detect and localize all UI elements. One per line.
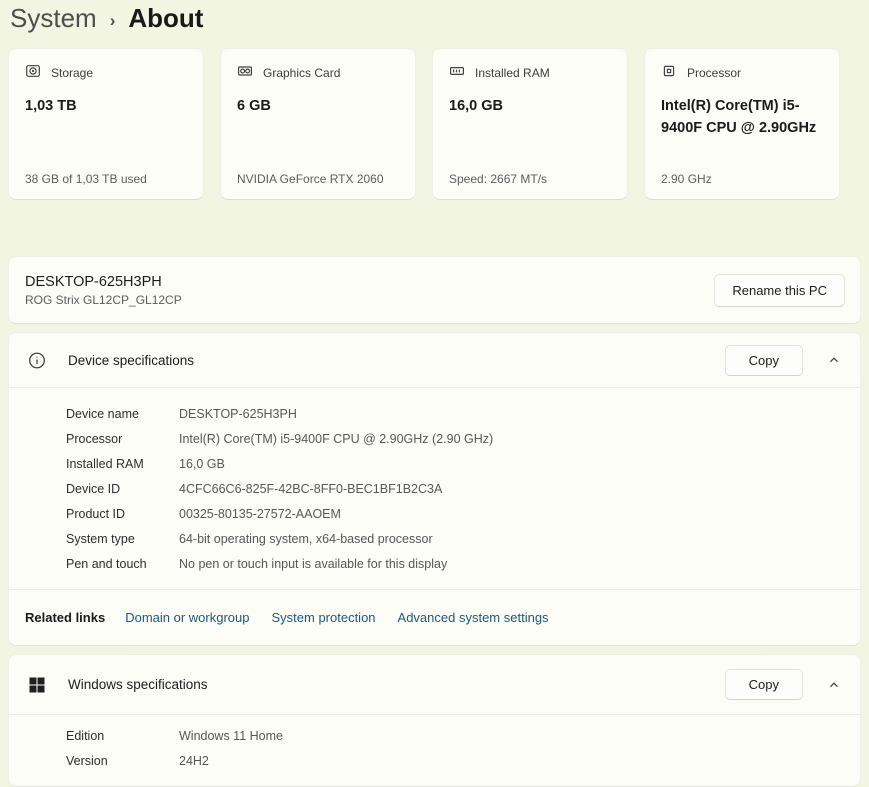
- graphics-card-label: Graphics Card: [263, 65, 341, 80]
- cpu-icon: [661, 63, 677, 82]
- spec-value: 24H2: [179, 753, 209, 768]
- spec-value: 4CFC66C6-825F-42BC-8FF0-BEC1BF1B2C3A: [179, 481, 443, 496]
- storage-card-detail: 38 GB of 1,03 TB used: [25, 172, 147, 186]
- storage-card: Storage 1,03 TB 38 GB of 1,03 TB used: [8, 48, 204, 200]
- device-model: ROG Strix GL12CP_GL12CP: [25, 292, 182, 307]
- spec-row-product-id: Product ID 00325-80135-27572-AAOEM: [66, 501, 844, 526]
- installed-ram-detail: Speed: 2667 MT/s: [449, 172, 548, 186]
- installed-ram-card: Installed RAM 16,0 GB Speed: 2667 MT/s: [432, 48, 628, 200]
- windows-logo-icon: [28, 677, 46, 693]
- spec-label: Installed RAM: [66, 456, 144, 471]
- chevron-up-icon[interactable]: [824, 675, 844, 695]
- link-domain-or-workgroup[interactable]: Domain or workgroup: [125, 610, 249, 625]
- page-title: About: [128, 3, 204, 33]
- chevron-up-icon[interactable]: [824, 350, 844, 370]
- copy-device-specs-button[interactable]: Copy: [724, 344, 803, 376]
- ram-icon: [449, 63, 465, 82]
- breadcrumb-system[interactable]: System: [10, 3, 97, 34]
- device-specifications-body: Device name DESKTOP-625H3PH Processor In…: [8, 387, 861, 646]
- spec-label: Pen and touch: [66, 556, 147, 571]
- storage-card-label: Storage: [51, 65, 94, 80]
- graphics-card-card: Graphics Card 6 GB NVIDIA GeForce RTX 20…: [220, 48, 416, 200]
- device-specifications-section: Device specifications Copy Device name D…: [8, 332, 861, 646]
- breadcrumb: System › About: [8, 0, 861, 48]
- copy-windows-specs-button[interactable]: Copy: [724, 669, 803, 700]
- spec-value: 00325-80135-27572-AAOEM: [179, 506, 341, 521]
- spec-row-pen-and-touch: Pen and touch No pen or touch input is a…: [66, 551, 844, 576]
- storage-card-value: 1,03 TB: [25, 98, 77, 114]
- spec-value: 16,0 GB: [179, 456, 225, 471]
- related-links-label: Related links: [25, 610, 106, 625]
- related-links-row: Related links Domain or workgroup System…: [9, 589, 860, 645]
- processor-card-label: Processor: [687, 65, 742, 80]
- graphics-card-value: 6 GB: [237, 98, 271, 114]
- rename-pc-button[interactable]: Rename this PC: [714, 273, 845, 307]
- spec-row-version: Version 24H2: [66, 748, 844, 773]
- summary-cards: Storage 1,03 TB 38 GB of 1,03 TB used Gr…: [8, 48, 861, 200]
- link-advanced-system-settings[interactable]: Advanced system settings: [398, 610, 549, 625]
- windows-specifications-body: Edition Windows 11 Home Version 24H2: [8, 714, 861, 787]
- windows-spec-rows: Edition Windows 11 Home Version 24H2: [9, 715, 860, 786]
- spec-value: Intel(R) Core(TM) i5-9400F CPU @ 2.90GHz…: [179, 431, 494, 446]
- spec-value: Windows 11 Home: [179, 728, 283, 743]
- spec-label: Processor: [66, 431, 123, 446]
- spec-value: No pen or touch input is available for t…: [179, 556, 448, 571]
- device-specifications-header[interactable]: Device specifications Copy: [8, 332, 861, 387]
- spec-row-edition: Edition Windows 11 Home: [66, 723, 844, 748]
- spec-row-installed-ram: Installed RAM 16,0 GB: [66, 451, 844, 476]
- spec-label: Edition: [66, 728, 105, 743]
- chevron-right-icon: ›: [109, 10, 116, 30]
- installed-ram-value: 16,0 GB: [449, 98, 503, 114]
- link-system-protection[interactable]: System protection: [271, 610, 375, 625]
- spec-value: 64-bit operating system, x64-based proce…: [179, 531, 433, 546]
- info-icon: [28, 351, 46, 370]
- spec-label: Product ID: [66, 506, 126, 521]
- spec-row-device-id: Device ID 4CFC66C6-825F-42BC-8FF0-BEC1BF…: [66, 476, 844, 501]
- windows-specifications-title: Windows specifications: [68, 677, 208, 692]
- spec-row-processor: Processor Intel(R) Core(TM) i5-9400F CPU…: [66, 426, 844, 451]
- spec-label: System type: [66, 531, 135, 546]
- related-links: Domain or workgroup System protection Ad…: [125, 610, 548, 625]
- processor-card-value: Intel(R) Core(TM) i5-9400F CPU @ 2.90GHz: [661, 98, 817, 136]
- spec-label: Device ID: [66, 481, 121, 496]
- device-name: DESKTOP-625H3PH: [25, 273, 162, 290]
- graphics-card-detail: NVIDIA GeForce RTX 2060: [237, 172, 384, 186]
- device-specifications-title: Device specifications: [68, 352, 195, 368]
- settings-about-page: System › About Storage 1,03 TB 38 GB of …: [0, 0, 869, 787]
- windows-specifications-section: Windows specifications Copy Edition Wind…: [8, 654, 861, 787]
- gpu-icon: [237, 63, 253, 82]
- processor-card-detail: 2.90 GHz: [661, 172, 712, 186]
- spec-row-device-name: Device name DESKTOP-625H3PH: [66, 401, 844, 426]
- device-spec-rows: Device name DESKTOP-625H3PH Processor In…: [9, 388, 860, 589]
- spec-value: DESKTOP-625H3PH: [179, 406, 297, 421]
- spec-row-system-type: System type 64-bit operating system, x64…: [66, 526, 844, 551]
- storage-icon: [25, 63, 41, 82]
- windows-specifications-header[interactable]: Windows specifications Copy: [8, 654, 861, 714]
- spec-label: Version: [66, 753, 108, 768]
- processor-card: Processor Intel(R) Core(TM) i5-9400F CPU…: [644, 48, 840, 200]
- spec-label: Device name: [66, 406, 139, 421]
- device-identity: DESKTOP-625H3PH ROG Strix GL12CP_GL12CP: [25, 274, 182, 307]
- device-name-bar: DESKTOP-625H3PH ROG Strix GL12CP_GL12CP …: [8, 256, 861, 324]
- installed-ram-label: Installed RAM: [475, 65, 550, 80]
